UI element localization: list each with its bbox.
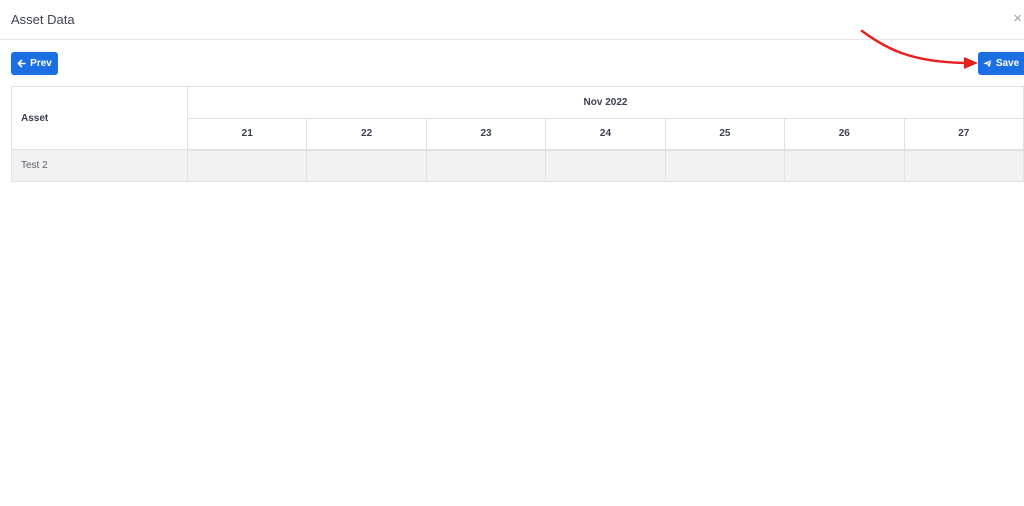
- modal-header: Asset Data ×: [0, 0, 1024, 40]
- day-cell[interactable]: [425, 149, 547, 182]
- asset-column-header: Asset: [11, 86, 188, 150]
- day-header: 22: [306, 118, 427, 151]
- day-cell[interactable]: [545, 149, 666, 182]
- asset-data-modal: Asset Data × Prev Save Asset Nov 2022 21…: [0, 0, 1024, 506]
- day-header: 21: [186, 118, 308, 151]
- day-header: 25: [664, 118, 786, 151]
- modal-title: Asset Data: [11, 12, 75, 27]
- annotation-arrowhead: [964, 57, 978, 69]
- day-cell[interactable]: [186, 149, 308, 182]
- save-button-label: Save: [995, 58, 1020, 69]
- month-header: Nov 2022: [187, 86, 1024, 119]
- day-header: 23: [425, 118, 547, 151]
- arrow-left-icon: [17, 59, 27, 68]
- save-button[interactable]: Save: [978, 52, 1024, 75]
- asset-name-cell: Test 2: [11, 149, 188, 182]
- asset-schedule-table: Asset Nov 2022 21 22 23 24 25 26 27 Test…: [11, 86, 1024, 182]
- day-cell[interactable]: [903, 149, 1024, 182]
- day-cell[interactable]: [784, 149, 905, 182]
- prev-button-label: Prev: [30, 58, 52, 69]
- prev-button[interactable]: Prev: [11, 52, 58, 75]
- table-row: Test 2: [11, 149, 1024, 182]
- annotation-arrow: [860, 29, 978, 69]
- close-icon[interactable]: ×: [1013, 11, 1022, 27]
- day-cell[interactable]: [306, 149, 427, 182]
- day-header: 24: [545, 118, 666, 151]
- day-header: 26: [784, 118, 905, 151]
- day-cell[interactable]: [664, 149, 786, 182]
- send-icon: [983, 59, 992, 68]
- day-header: 27: [903, 118, 1024, 151]
